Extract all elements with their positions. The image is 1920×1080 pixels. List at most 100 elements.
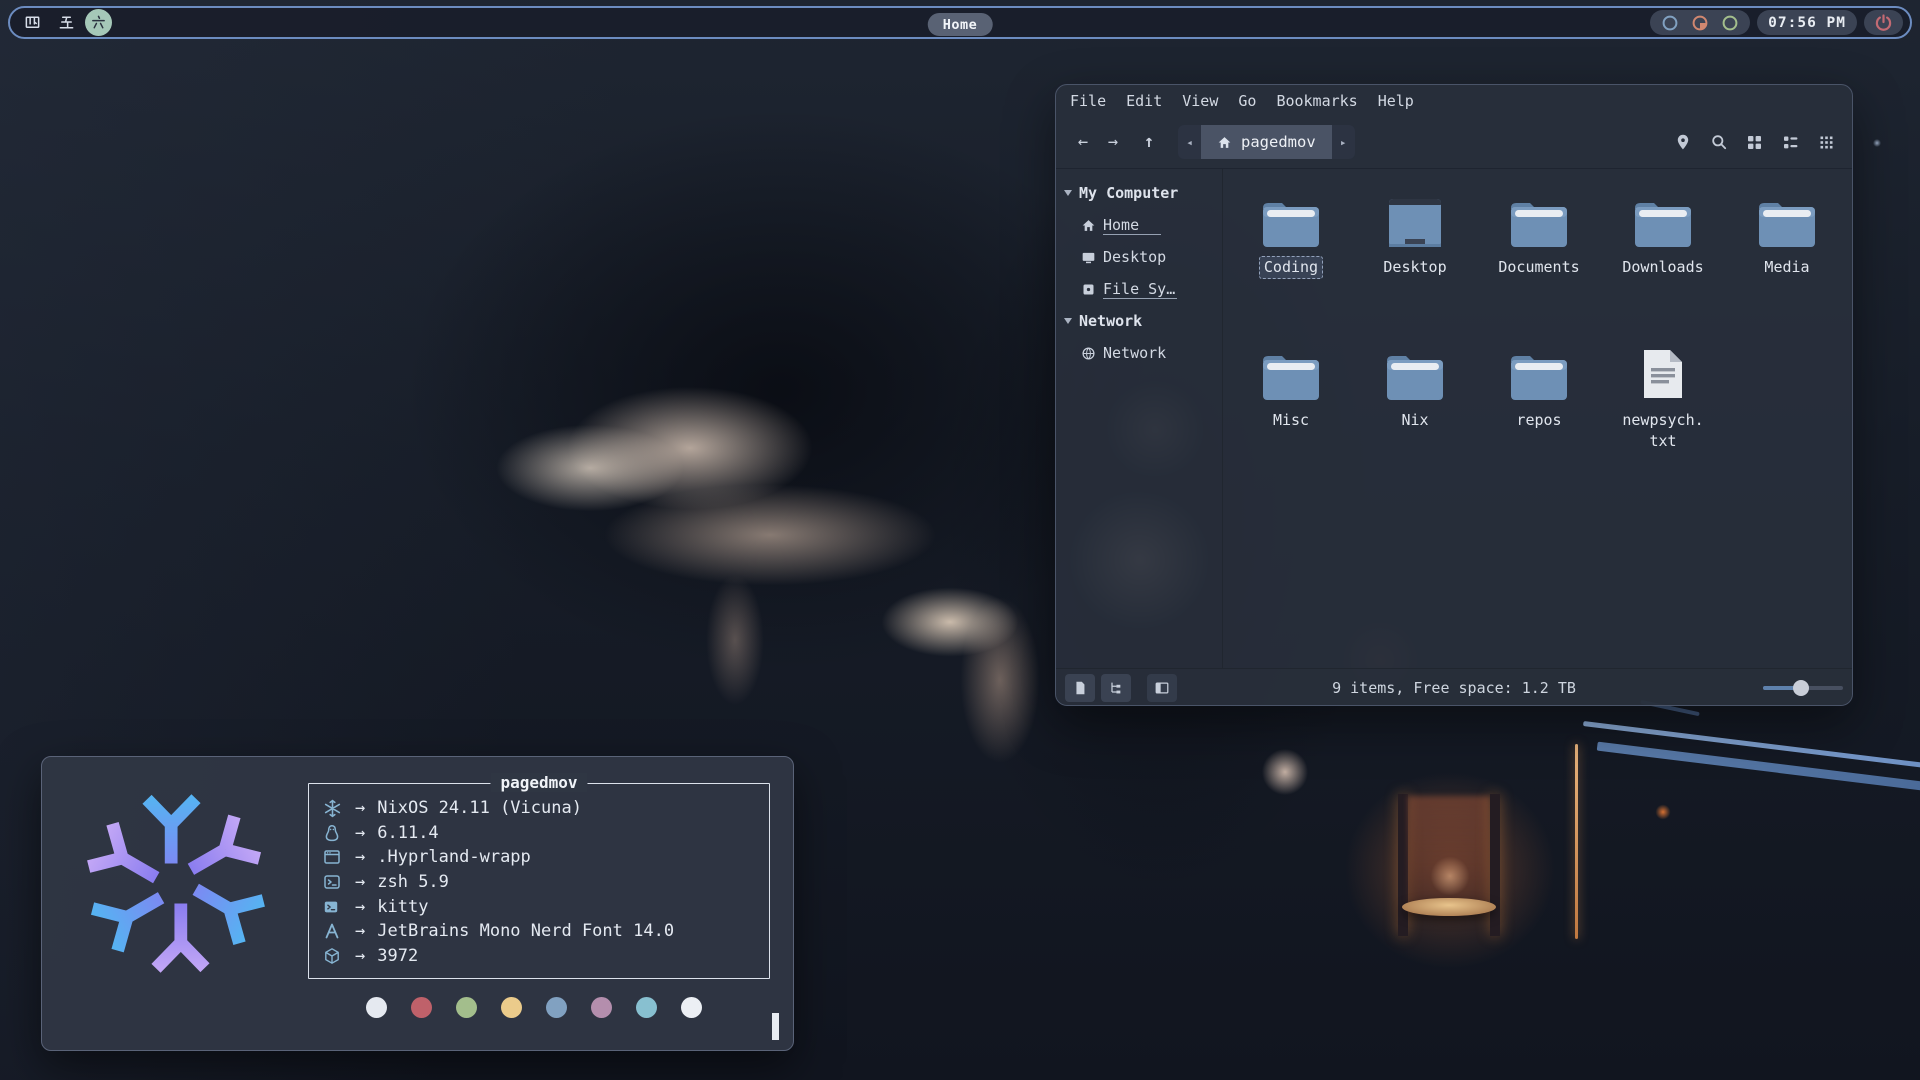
palette-dot	[366, 997, 387, 1018]
workspace-6-active[interactable]	[85, 9, 112, 36]
workspace-glyph-six	[90, 14, 107, 31]
file-label: Misc	[1268, 409, 1314, 432]
wallpaper-candle-dish	[1402, 898, 1496, 916]
file-item-Downloads[interactable]: Downloads	[1603, 183, 1723, 336]
fetch-title-username: pagedmov	[490, 773, 587, 792]
fetch-row-kernel: → 6.11.4	[323, 821, 755, 846]
active-window-title[interactable]: Home	[928, 13, 993, 36]
workspace-glyph-five	[58, 14, 75, 31]
network-globe-icon	[1081, 346, 1096, 361]
compact-view-icon	[1818, 134, 1835, 151]
menu-bookmarks[interactable]: Bookmarks	[1266, 89, 1367, 113]
folder-icon	[1631, 183, 1695, 249]
file-item-repos[interactable]: repos	[1479, 336, 1599, 489]
toolbar: ← → ↑ ◂ pagedmov ▸	[1056, 116, 1852, 169]
tray-blue-circle-icon[interactable]	[1661, 14, 1679, 32]
menu-file[interactable]: File	[1060, 89, 1116, 113]
fetch-row-shell: → zsh 5.9	[323, 870, 755, 895]
sidebar-section-my-computer[interactable]: My Computer	[1056, 177, 1222, 209]
wm-window-icon	[323, 848, 341, 866]
location-pin-icon	[1674, 133, 1692, 151]
toggle-sidebar-button[interactable]	[1147, 674, 1177, 702]
file-item-Misc[interactable]: Misc	[1231, 336, 1351, 489]
sidebar-item-network[interactable]: Network	[1056, 337, 1222, 369]
palette-dot	[591, 997, 612, 1018]
tray-green-circle-icon[interactable]	[1721, 14, 1739, 32]
back-button[interactable]: ←	[1068, 127, 1098, 157]
menu-help[interactable]: Help	[1368, 89, 1424, 113]
file-item-Documents[interactable]: Documents	[1479, 183, 1599, 336]
file-item-newpsych.txt[interactable]: newpsych.txt	[1603, 336, 1723, 489]
slider-handle[interactable]	[1793, 680, 1809, 696]
terminal-cursor	[772, 1013, 779, 1040]
shell-value: zsh 5.9	[377, 872, 449, 892]
folder-icon	[1507, 336, 1571, 402]
wallpaper-lantern-edge	[1575, 744, 1578, 939]
compact-view-button[interactable]	[1813, 129, 1840, 156]
menu-go[interactable]: Go	[1228, 89, 1266, 113]
file-label: Downloads	[1617, 256, 1708, 279]
os-value: NixOS 24.11 (Vicuna)	[377, 798, 582, 818]
document-icon	[1072, 680, 1088, 696]
file-item-Nix[interactable]: Nix	[1355, 336, 1475, 489]
sidebar-item-desktop[interactable]: Desktop	[1056, 241, 1222, 273]
icon-view-button[interactable]	[1741, 129, 1768, 156]
status-text: 9 items, Free space: 1.2 TB	[1332, 679, 1576, 697]
workspace-5[interactable]	[51, 11, 81, 35]
file-label: Documents	[1493, 256, 1584, 279]
grid-view-icon	[1746, 134, 1763, 151]
folder-icon	[1383, 336, 1447, 402]
sidebar-item-home[interactable]: Home	[1056, 209, 1222, 241]
file-item-Desktop[interactable]: Desktop	[1355, 183, 1475, 336]
path-scroll-right-icon[interactable]: ▸	[1332, 125, 1355, 159]
expander-icon	[1064, 190, 1072, 196]
shell-icon	[323, 873, 341, 891]
places-pane-button[interactable]	[1065, 674, 1095, 702]
kernel-value: 6.11.4	[377, 823, 438, 843]
wallpaper-lantern-bar	[1490, 794, 1500, 936]
location-button[interactable]	[1669, 129, 1696, 156]
file-grid: CodingDesktop Documents Downloads Media Misc…	[1223, 169, 1852, 668]
toggle-sidebar-icon	[1154, 680, 1170, 696]
sidebar: My Computer Home Desktop	[1056, 169, 1223, 668]
terminal-window[interactable]: pagedmov → NixOS 24.11 (Vicuna) → 6.11.4	[41, 756, 794, 1051]
folder-icon	[1259, 183, 1323, 249]
menu-view[interactable]: View	[1172, 89, 1228, 113]
search-button[interactable]	[1705, 129, 1732, 156]
fetch-row-wm: → .Hyprland-wrapp	[323, 845, 755, 870]
file-label: newpsych.txt	[1615, 409, 1711, 453]
tree-pane-button[interactable]	[1101, 674, 1131, 702]
terminal-value: kitty	[377, 897, 428, 917]
file-label: repos	[1511, 409, 1566, 432]
menu-edit[interactable]: Edit	[1116, 89, 1172, 113]
fetch-row-font: → JetBrains Mono Nerd Font 14.0	[323, 919, 755, 944]
folder-icon	[1507, 183, 1571, 249]
path-scroll-left-icon[interactable]: ◂	[1178, 125, 1201, 159]
workspace-4[interactable]	[17, 11, 47, 35]
package-cube-icon	[323, 947, 341, 965]
sidebar-item-filesystem[interactable]: File Sy…	[1056, 273, 1222, 305]
file-item-Coding[interactable]: Coding	[1231, 183, 1351, 336]
tray-indicators	[1650, 10, 1750, 35]
tray-timer-icon[interactable]	[1691, 14, 1709, 32]
forward-button[interactable]: →	[1098, 127, 1128, 157]
home-icon	[1217, 135, 1232, 150]
wallpaper-lantern-bar	[1398, 794, 1408, 936]
file-manager-window: File Edit View Go Bookmarks Help ← → ↑ ◂…	[1055, 84, 1853, 706]
power-button[interactable]	[1864, 10, 1903, 35]
palette-dot	[681, 997, 702, 1018]
path-tab-home[interactable]: pagedmov	[1201, 125, 1332, 159]
sidebar-section-network[interactable]: Network	[1056, 305, 1222, 337]
power-icon	[1874, 13, 1893, 32]
up-button[interactable]: ↑	[1134, 127, 1164, 157]
kernel-icon	[323, 824, 341, 842]
file-item-Media[interactable]: Media	[1727, 183, 1847, 336]
fetch-row-terminal: → kitty	[323, 894, 755, 919]
text-file-icon	[1640, 336, 1686, 402]
zoom-slider[interactable]	[1763, 680, 1843, 696]
wallpaper-lantern-glow	[1408, 796, 1490, 914]
list-view-button[interactable]	[1777, 129, 1804, 156]
fastfetch-box: pagedmov → NixOS 24.11 (Vicuna) → 6.11.4	[308, 783, 770, 979]
workspace-glyph-four	[24, 14, 41, 31]
expander-icon	[1064, 318, 1072, 324]
